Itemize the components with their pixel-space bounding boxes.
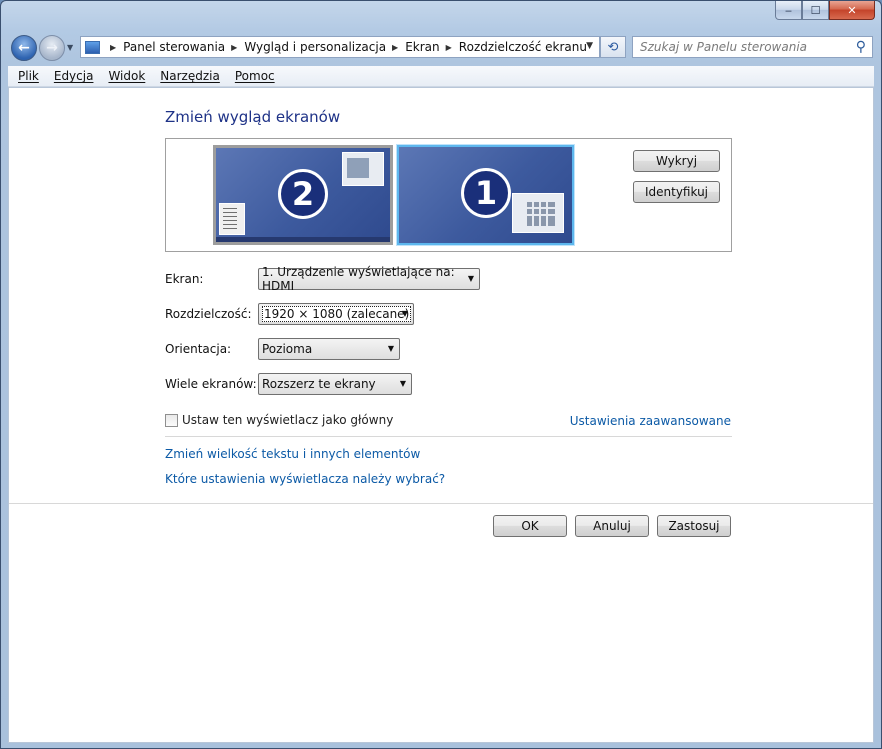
page-title: Zmień wygląd ekranów <box>165 108 341 126</box>
address-bar[interactable]: ▶ Panel sterowania ▶ Wygląd i personaliz… <box>80 36 600 58</box>
control-panel-window: ‒ ☐ ✕ ← → ▼ ▶ Panel sterowania ▶ Wygląd … <box>0 0 882 749</box>
chevron-right-icon[interactable]: ▶ <box>231 43 237 52</box>
monitor-arrangement-panel: 2 1 Wykryj Identyfikuj <box>165 138 732 252</box>
back-button[interactable]: ← <box>11 35 37 61</box>
orientation-value: Pozioma <box>262 342 313 356</box>
divider <box>9 503 873 504</box>
menu-plik[interactable]: Plik <box>18 69 39 83</box>
refresh-button[interactable]: ⟲ <box>600 36 626 58</box>
breadcrumb-rozdzielczosc[interactable]: Rozdzielczość ekranu <box>459 40 587 54</box>
window-thumbnail <box>512 193 564 233</box>
screen-select[interactable]: 1. Urządzenie wyświetlające na: HDMI ▼ <box>258 265 480 293</box>
taskbar-thumbnail <box>216 237 390 242</box>
which-settings-link[interactable]: Które ustawienia wyświetlacza należy wyb… <box>165 472 445 486</box>
resolution-row: Rozdzielczość: 1920 × 1080 (zalecane) ▼ <box>165 303 414 325</box>
detect-button[interactable]: Wykryj <box>633 150 720 172</box>
main-content: Zmień wygląd ekranów 2 1 Wykryj Identyfi… <box>8 87 874 743</box>
monitor-number-badge: 1 <box>461 168 511 218</box>
menu-edycja[interactable]: Edycja <box>54 69 94 83</box>
screen-value: 1. Urządzenie wyświetlające na: HDMI <box>262 265 455 293</box>
maximize-button[interactable]: ☐ <box>802 1 829 20</box>
chevron-right-icon[interactable]: ▶ <box>392 43 398 52</box>
divider <box>165 436 732 437</box>
chevron-down-icon: ▼ <box>467 274 474 283</box>
forward-button[interactable]: → <box>39 35 65 61</box>
apply-button[interactable]: Zastosuj <box>657 515 731 537</box>
resolution-select[interactable]: 1920 × 1080 (zalecane) ▼ <box>258 303 414 325</box>
menu-narzedzia[interactable]: Narzędzia <box>160 69 220 83</box>
chevron-down-icon: ▼ <box>67 43 74 52</box>
search-box[interactable]: ⚲ <box>632 36 873 58</box>
arrow-right-icon: → <box>46 40 58 56</box>
window-thumbnail <box>219 203 245 235</box>
address-dropdown-icon[interactable]: ▼ <box>586 41 593 51</box>
multiple-displays-row: Wiele ekranów: Rozszerz te ekrany ▼ <box>165 373 412 395</box>
screen-label: Ekran: <box>165 272 204 286</box>
orientation-row: Orientacja: Pozioma ▼ <box>165 338 400 360</box>
search-input[interactable] <box>640 40 840 54</box>
primary-display-checkbox[interactable] <box>165 413 178 427</box>
multiple-displays-label: Wiele ekranów: <box>165 377 257 391</box>
chevron-right-icon[interactable]: ▶ <box>446 43 452 52</box>
chevron-down-icon: ▼ <box>387 344 394 353</box>
chevron-down-icon: ▼ <box>399 379 406 388</box>
refresh-icon: ⟲ <box>607 39 619 55</box>
window-thumbnail <box>342 152 384 186</box>
orientation-select[interactable]: Pozioma ▼ <box>258 338 400 360</box>
cancel-button[interactable]: Anuluj <box>575 515 649 537</box>
chevron-right-icon[interactable]: ▶ <box>110 43 116 52</box>
monitor-1[interactable]: 1 <box>397 145 574 245</box>
screen-row: Ekran: 1. Urządzenie wyświetlające na: H… <box>165 265 480 293</box>
primary-display-label[interactable]: Ustaw ten wyświetlacz jako główny <box>182 413 393 427</box>
resolution-label: Rozdzielczość: <box>165 307 252 321</box>
search-icon[interactable]: ⚲ <box>856 39 866 55</box>
close-button[interactable]: ✕ <box>829 1 875 20</box>
menu-widok[interactable]: Widok <box>108 69 145 83</box>
recent-pages-dropdown[interactable]: ▼ <box>67 43 73 52</box>
orientation-label: Orientacja: <box>165 342 232 356</box>
breadcrumb-wyglad[interactable]: Wygląd i personalizacja <box>244 40 386 54</box>
multiple-displays-select[interactable]: Rozszerz te ekrany ▼ <box>258 373 412 395</box>
multiple-displays-value: Rozszerz te ekrany <box>262 377 376 391</box>
arrow-left-icon: ← <box>18 40 30 56</box>
navigation-bar: ← → ▼ ▶ Panel sterowania ▶ Wygląd i pers… <box>1 31 881 65</box>
breadcrumb: ▶ Panel sterowania ▶ Wygląd i personaliz… <box>104 40 587 54</box>
menu-bar: Plik Edycja Widok Narzędzia Pomoc <box>8 66 874 87</box>
breadcrumb-ekran[interactable]: Ekran <box>405 40 439 54</box>
caption-buttons: ‒ ☐ ✕ <box>775 1 875 21</box>
advanced-settings-link[interactable]: Ustawienia zaawansowane <box>570 414 731 428</box>
chevron-down-icon: ▼ <box>401 309 408 318</box>
primary-display-checkbox-row[interactable]: Ustaw ten wyświetlacz jako główny <box>165 413 393 427</box>
control-panel-icon <box>85 40 100 54</box>
minimize-button[interactable]: ‒ <box>775 1 802 20</box>
menu-pomoc[interactable]: Pomoc <box>235 69 275 83</box>
monitor-number-badge: 2 <box>278 169 328 219</box>
monitor-2[interactable]: 2 <box>213 145 393 245</box>
breadcrumb-panel-sterowania[interactable]: Panel sterowania <box>123 40 225 54</box>
resolution-value: 1920 × 1080 (zalecane) <box>262 306 412 322</box>
ok-button[interactable]: OK <box>493 515 567 537</box>
text-size-link[interactable]: Zmień wielkość tekstu i innych elementów <box>165 447 420 461</box>
identify-button[interactable]: Identyfikuj <box>633 181 720 203</box>
